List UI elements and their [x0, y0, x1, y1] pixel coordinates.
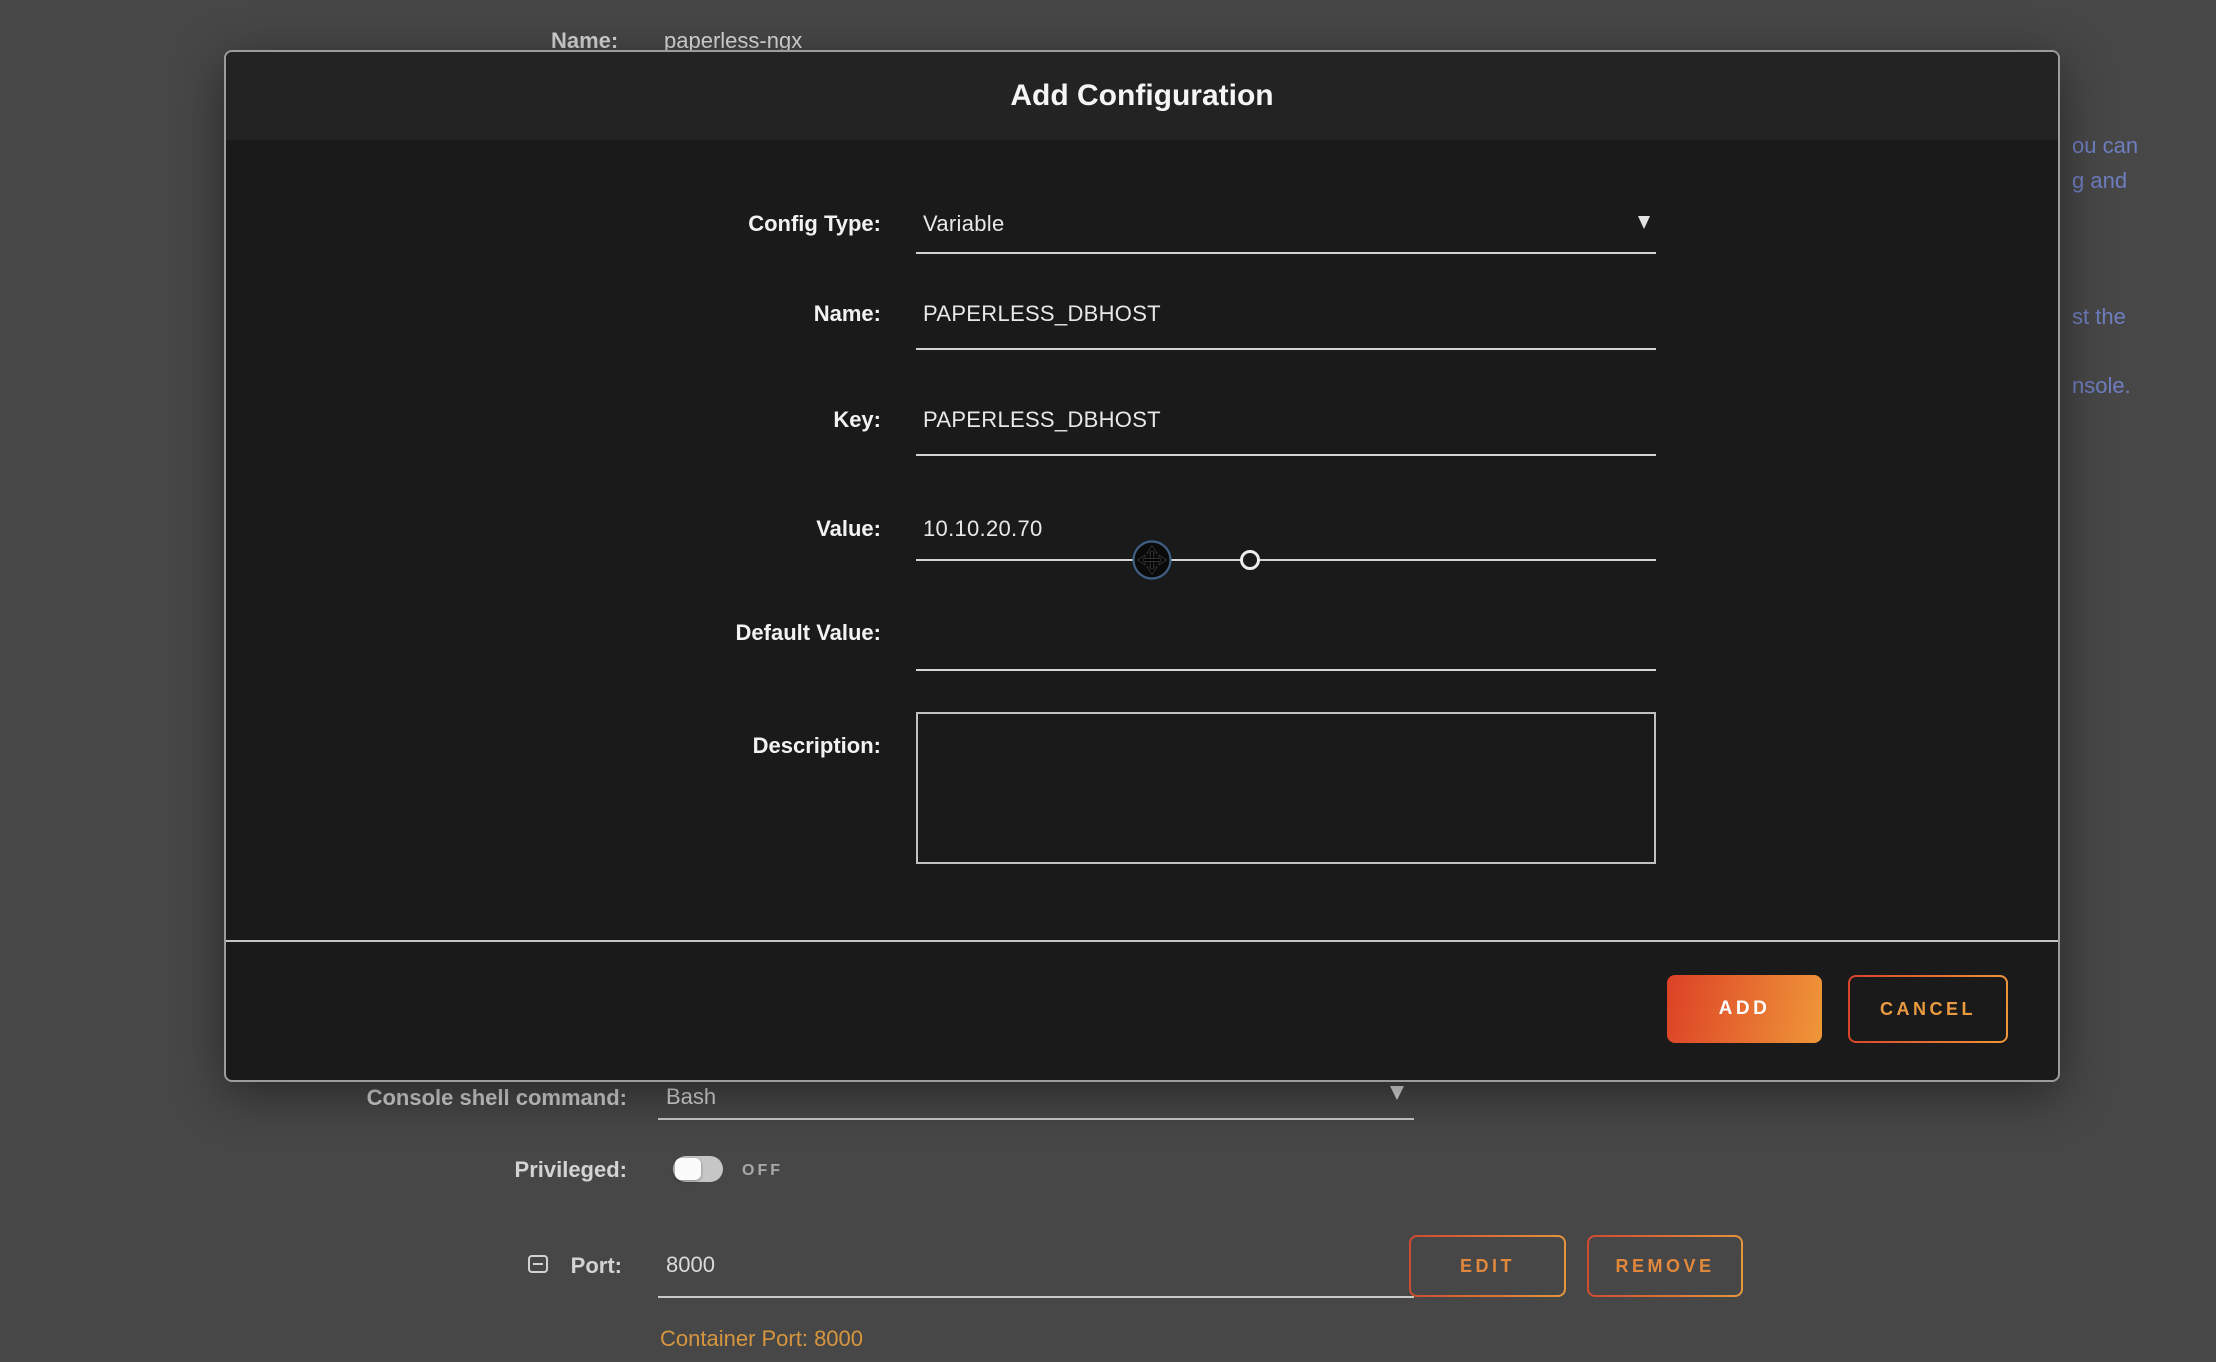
value-field-label: Value: — [481, 516, 881, 542]
field-underline — [658, 1296, 1414, 1298]
screen: Name: paperless-ngx ou can g and st the … — [0, 0, 2216, 1362]
field-underline — [916, 454, 1656, 456]
port-remove-button[interactable]: REMOVE — [1587, 1235, 1743, 1297]
move-cursor-icon — [1131, 539, 1173, 581]
field-underline — [916, 348, 1656, 350]
dropdown-arrow-icon — [1638, 216, 1650, 229]
field-underline — [658, 1118, 1414, 1120]
bg-help-text-fragment: ou can — [2072, 133, 2138, 159]
dialog-title: Add Configuration — [1010, 79, 1273, 113]
field-underline — [916, 252, 1656, 254]
name-input[interactable]: PAPERLESS_DBHOST — [923, 301, 1161, 327]
value-input[interactable]: 10.10.20.70 — [923, 516, 1043, 542]
field-underline — [916, 669, 1656, 671]
console-shell-command-select[interactable]: Bash — [658, 1080, 1414, 1122]
key-field-label: Key: — [481, 407, 881, 433]
dialog-footer-divider — [226, 940, 2058, 942]
port-value: 8000 — [666, 1252, 715, 1278]
default-value-field-label: Default Value: — [481, 620, 881, 646]
config-type-value: Variable — [923, 211, 1004, 237]
add-button[interactable]: ADD — [1667, 975, 1822, 1043]
container-port-note: Container Port: 8000 — [660, 1326, 863, 1352]
console-shell-command-label: Console shell command: — [300, 1085, 627, 1111]
bg-help-text-fragment: st the — [2072, 304, 2126, 330]
description-textarea[interactable] — [916, 712, 1656, 864]
bg-help-text-fragment: g and — [2072, 168, 2127, 194]
toggle-knob-icon — [675, 1158, 701, 1180]
description-field-label: Description: — [481, 733, 881, 759]
name-field-label: Name: — [481, 301, 881, 327]
port-edit-button[interactable]: EDIT — [1409, 1235, 1566, 1297]
port-input[interactable]: 8000 — [658, 1248, 1414, 1298]
add-configuration-dialog: Add Configuration Config Type: Variable … — [224, 50, 2060, 1082]
config-type-select[interactable]: Variable — [916, 202, 1662, 254]
key-input[interactable]: PAPERLESS_DBHOST — [923, 407, 1161, 433]
dialog-header: Add Configuration — [226, 52, 2058, 140]
dropdown-arrow-icon — [1390, 1086, 1404, 1100]
privileged-toggle[interactable] — [673, 1156, 723, 1182]
field-underline — [916, 559, 1656, 561]
bg-help-text-fragment: nsole. — [2072, 373, 2131, 399]
privileged-toggle-state: OFF — [742, 1162, 783, 1180]
cancel-button[interactable]: CANCEL — [1848, 975, 2008, 1043]
privileged-label: Privileged: — [400, 1157, 627, 1183]
config-type-label: Config Type: — [481, 211, 881, 237]
port-label: Port: — [480, 1253, 622, 1279]
circle-cursor-icon — [1240, 550, 1260, 570]
console-shell-command-value: Bash — [666, 1084, 716, 1110]
